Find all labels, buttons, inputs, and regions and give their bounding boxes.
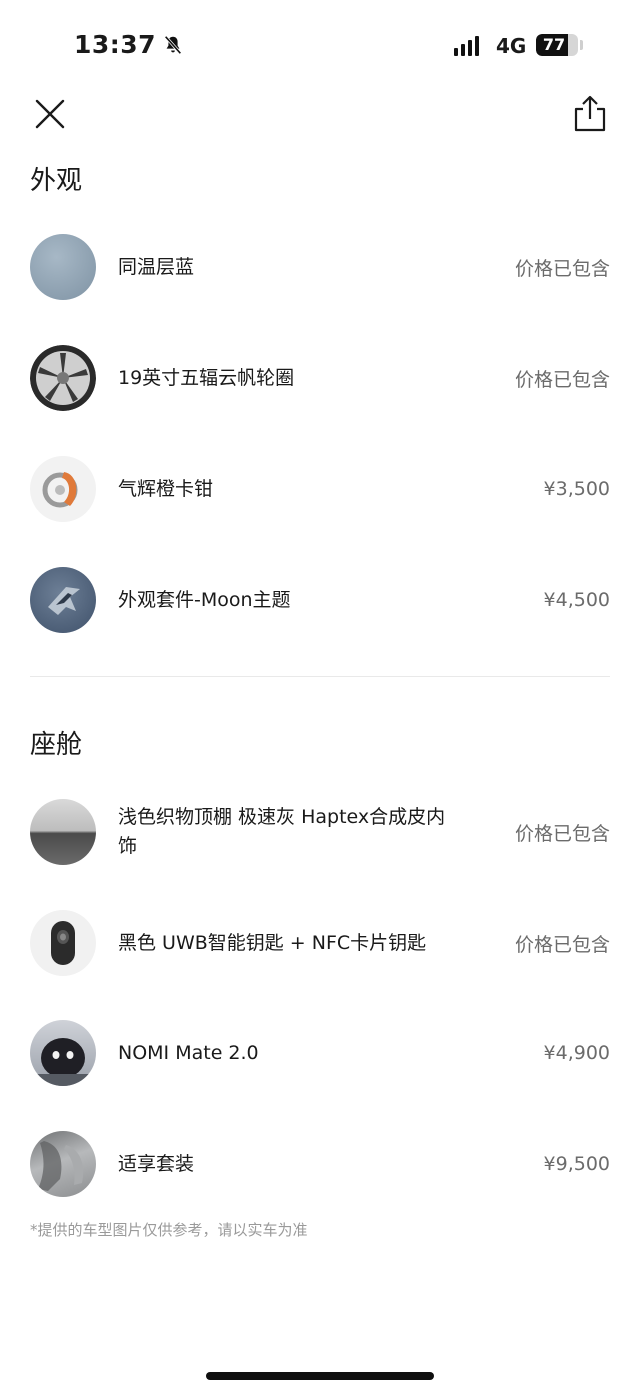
nomi-thumbnail — [30, 1020, 96, 1086]
option-name: 浅色织物顶棚 极速灰 Haptex合成皮内饰 — [118, 806, 446, 857]
home-indicator[interactable] — [206, 1372, 434, 1380]
section-divider — [30, 676, 610, 677]
option-name: 气辉橙卡钳 — [118, 477, 214, 500]
wheel-thumbnail — [30, 345, 96, 411]
option-price: 价格已包含 — [514, 368, 610, 391]
share-button[interactable] — [570, 94, 610, 134]
option-name: 适享套装 — [118, 1152, 195, 1175]
disclaimer-footnote: *提供的车型图片仅供参考，请以实车为准 — [30, 1221, 308, 1239]
battery-icon: 77 — [536, 34, 578, 56]
option-price: ¥4,500 — [543, 589, 610, 611]
battery-percentage: 77 — [542, 35, 566, 54]
close-icon — [35, 99, 65, 129]
seat-thumbnail — [30, 1131, 96, 1197]
option-item-key[interactable]: 黑色 UWB智能钥匙 + NFC卡片钥匙 价格已包含 — [30, 908, 610, 978]
option-name: 外观套件-Moon主题 — [118, 588, 291, 611]
option-price: ¥4,900 — [543, 1042, 610, 1064]
option-name: 黑色 UWB智能钥匙 + NFC卡片钥匙 — [118, 931, 427, 954]
caliper-thumbnail — [30, 456, 96, 522]
option-name: 同温层蓝 — [118, 255, 195, 278]
option-price: 价格已包含 — [514, 933, 610, 956]
section-title-exterior: 外观 — [30, 166, 83, 196]
battery-cap — [580, 40, 583, 50]
status-bar: 13:37 4G 77 — [0, 0, 640, 96]
moon-kit-thumbnail — [30, 567, 96, 633]
option-name: NOMI Mate 2.0 — [118, 1041, 259, 1064]
section-title-cabin: 座舱 — [30, 730, 83, 760]
option-item-nomi[interactable]: NOMI Mate 2.0 ¥4,900 — [30, 1018, 610, 1088]
option-price: 价格已包含 — [514, 822, 610, 845]
option-item-wheels[interactable]: 19英寸五辐云帆轮圈 价格已包含 — [30, 343, 610, 413]
key-thumbnail — [30, 910, 96, 976]
bell-slash-icon — [164, 35, 182, 54]
option-price: ¥9,500 — [543, 1153, 610, 1175]
option-name: 19英寸五辐云帆轮圈 — [118, 366, 295, 389]
option-item-moon-kit[interactable]: 外观套件-Moon主题 ¥4,500 — [30, 565, 610, 635]
option-item-comfort-package[interactable]: 适享套装 ¥9,500 — [30, 1129, 610, 1199]
signal-icon — [454, 36, 479, 56]
interior-swatch — [30, 799, 96, 865]
paint-color-swatch — [30, 234, 96, 300]
network-type: 4G — [496, 34, 527, 58]
status-time-text: 13:37 — [74, 30, 157, 59]
option-item-interior[interactable]: 浅色织物顶棚 极速灰 Haptex合成皮内饰 价格已包含 — [30, 797, 610, 867]
close-button[interactable] — [30, 94, 70, 134]
share-icon — [574, 95, 606, 132]
option-item-caliper[interactable]: 气辉橙卡钳 ¥3,500 — [30, 454, 610, 524]
option-price: ¥3,500 — [543, 478, 610, 500]
option-item-stratosphere-blue[interactable]: 同温层蓝 价格已包含 — [30, 232, 610, 302]
status-time: 13:37 — [74, 30, 184, 59]
option-price: 价格已包含 — [514, 257, 610, 280]
